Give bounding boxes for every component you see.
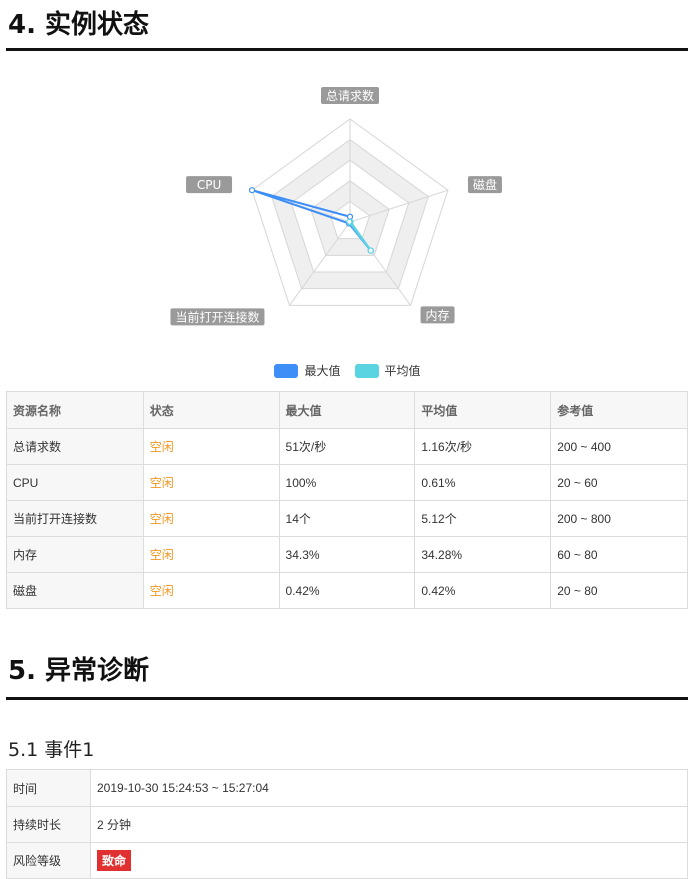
header-max: 最大值 — [278, 391, 416, 429]
radar-indicator-label: 总请求数 — [326, 88, 374, 103]
cell-name: 总请求数 — [6, 428, 144, 465]
cell-reference: 20 ~ 60 — [550, 464, 688, 501]
risk-level-badge: 致命 — [97, 850, 132, 871]
cell-max: 34.3% — [278, 536, 416, 573]
table-row: 磁盘 空闲 0.42% 0.42% 20 ~ 80 — [6, 572, 688, 609]
event-label-time: 时间 — [6, 769, 91, 807]
cell-name: 内存 — [6, 536, 144, 573]
radar-chart: 总请求数磁盘内存 当前打开连接数 CPU — [0, 60, 695, 390]
cell-status: 空闲 — [142, 536, 280, 573]
radar-point-avg — [346, 218, 353, 225]
radar-indicator-label: 磁盘 — [473, 177, 497, 192]
legend-label-max: 最大值 — [304, 364, 341, 378]
cell-max: 51次/秒 — [278, 428, 416, 465]
section-title-instance-status: 4. 实例状态 — [8, 10, 150, 40]
cell-name: CPU — [6, 464, 144, 501]
event-value-risk: 致命 — [90, 842, 688, 879]
cell-status: 空闲 — [142, 572, 280, 609]
legend-label-avg: 平均值 — [384, 364, 421, 378]
cell-max: 0.42% — [278, 572, 416, 609]
radar-indicator-label: 当前打开连接数 — [175, 309, 259, 324]
legend-item-max[interactable]: 最大值 — [274, 362, 341, 379]
section-divider — [6, 697, 688, 700]
cell-status: 空闲 — [142, 428, 280, 465]
section-title-anomaly-diagnosis: 5. 异常诊断 — [8, 656, 150, 686]
cell-status: 空闲 — [142, 500, 280, 537]
radar-point-max — [346, 213, 354, 220]
event-table: 时间 2019-10-30 15:24:53 ~ 15:27:04 持续时长 2… — [6, 769, 688, 879]
event-label-duration: 持续时长 — [6, 806, 91, 843]
radar-point-avg — [367, 247, 374, 254]
radar-indicator-label: 内存 — [426, 308, 450, 322]
header-name: 资源名称 — [6, 391, 144, 429]
cell-avg: 34.28% — [414, 536, 552, 573]
resource-table: 资源名称 状态 最大值 平均值 参考值 总请求数 空闲 51次/秒 1.16次/… — [6, 391, 688, 609]
cell-reference: 60 ~ 80 — [550, 536, 688, 573]
table-row: 时间 2019-10-30 15:24:53 ~ 15:27:04 — [6, 769, 688, 807]
resource-table-header: 资源名称 状态 最大值 平均值 参考值 — [6, 391, 688, 429]
legend-swatch-avg — [354, 363, 379, 378]
cell-status: 空闲 — [142, 464, 280, 501]
cell-max: 100% — [278, 464, 416, 501]
cell-avg: 0.61% — [414, 464, 552, 501]
event-title: 5.1 事件1 — [8, 739, 95, 761]
cell-max: 14个 — [278, 500, 416, 537]
table-row: 风险等级 致命 — [6, 842, 688, 879]
radar-point-max — [248, 187, 256, 194]
legend-item-avg[interactable]: 平均值 — [354, 362, 421, 379]
cell-reference: 200 ~ 800 — [550, 500, 688, 537]
cell-avg: 0.42% — [414, 572, 552, 609]
cell-name: 当前打开连接数 — [6, 500, 144, 537]
chart-legend: 最大值 平均值 — [0, 362, 695, 379]
section-divider — [6, 48, 688, 51]
table-row: 持续时长 2 分钟 — [6, 806, 688, 843]
table-row: 当前打开连接数 空闲 14个 5.12个 200 ~ 800 — [6, 500, 688, 537]
table-row: 总请求数 空闲 51次/秒 1.16次/秒 200 ~ 400 — [6, 428, 688, 465]
table-row: 内存 空闲 34.3% 34.28% 60 ~ 80 — [6, 536, 688, 573]
radar-svg: 总请求数磁盘内存 当前打开连接数 CPU — [170, 87, 502, 326]
event-value-duration: 2 分钟 — [90, 806, 688, 843]
event-value-time: 2019-10-30 15:24:53 ~ 15:27:04 — [90, 769, 688, 807]
header-avg: 平均值 — [414, 391, 552, 429]
header-reference: 参考值 — [550, 391, 688, 429]
cell-reference: 20 ~ 80 — [550, 572, 688, 609]
radar-indicator-label: CPU — [197, 178, 221, 192]
legend-swatch-max — [274, 363, 299, 378]
cell-avg: 5.12个 — [414, 500, 552, 537]
header-status: 状态 — [142, 391, 280, 429]
table-row: CPU 空闲 100% 0.61% 20 ~ 60 — [6, 464, 688, 501]
cell-reference: 200 ~ 400 — [550, 428, 688, 465]
cell-name: 磁盘 — [6, 572, 144, 609]
cell-avg: 1.16次/秒 — [414, 428, 552, 465]
event-label-risk: 风险等级 — [6, 842, 91, 879]
